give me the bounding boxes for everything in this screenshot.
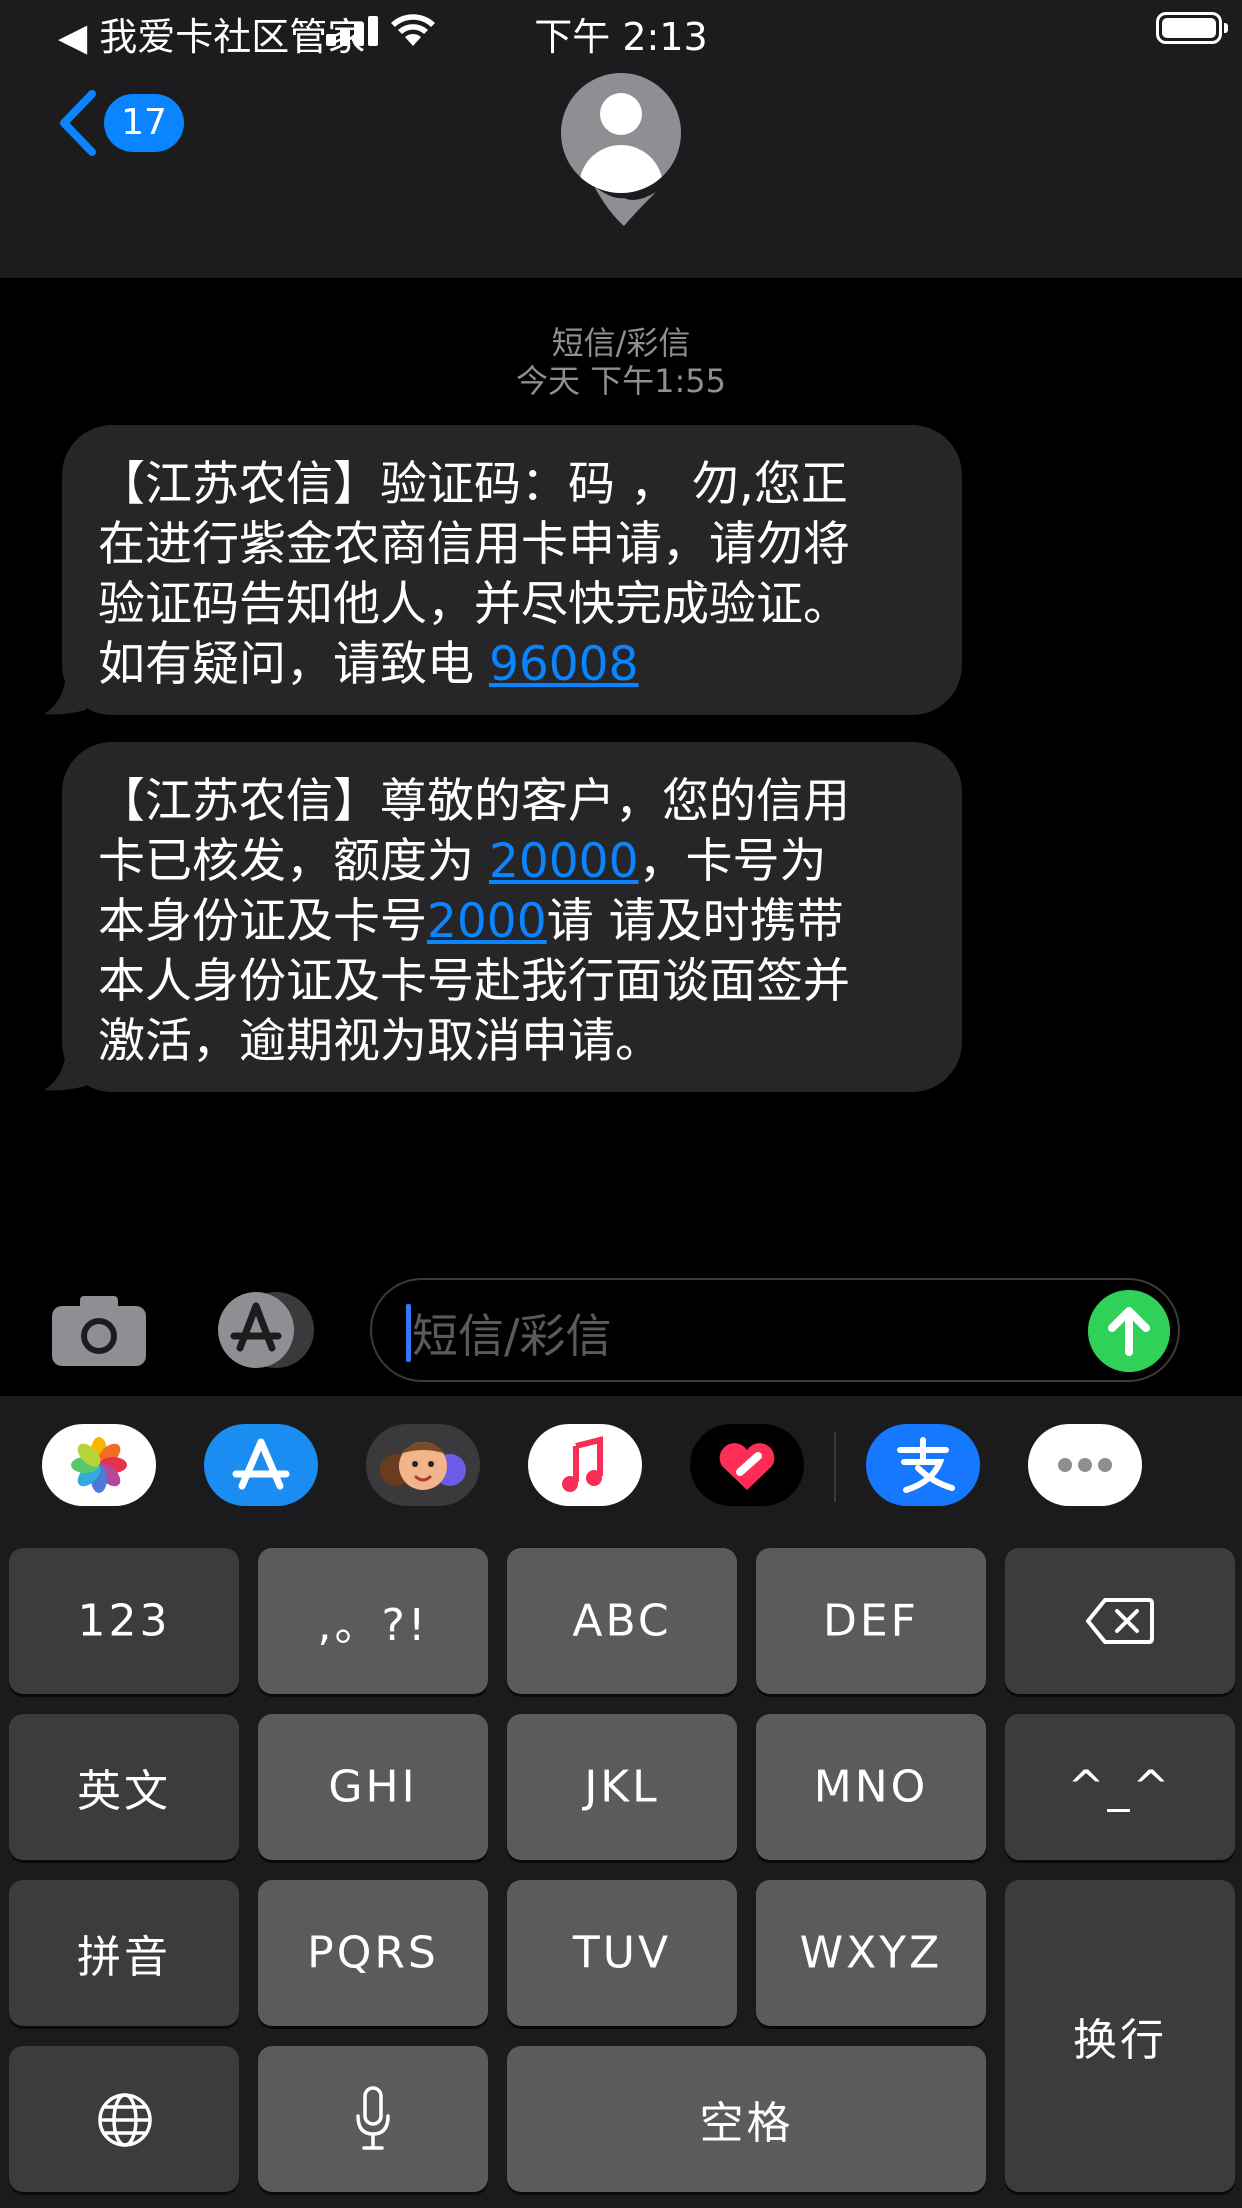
key-label: GHI [328, 1761, 418, 1813]
key-mno[interactable]: MNO [756, 1714, 986, 1860]
navigation-header: ◀ 我爱卡社区管家 下午 2:13 17 [0, 0, 1242, 278]
app-strip-divider [834, 1432, 836, 1502]
message-text: 卡已核发，额度为 [98, 834, 489, 889]
message-input[interactable]: 短信/彩信 [370, 1278, 1180, 1382]
photos-icon[interactable] [42, 1424, 156, 1506]
key-label: 英文 [77, 1766, 171, 1817]
message-line: 【江苏农信】验证码：码 ， 勿,您正 [98, 457, 848, 512]
back-button[interactable]: 17 [56, 84, 186, 164]
message-line: 本身份证及卡号2000请 请及时携带 [98, 892, 926, 952]
key-ghi[interactable]: GHI [258, 1714, 488, 1860]
message-line: 【江苏农信】尊敬的客户，您的信用 [98, 774, 850, 829]
send-button[interactable] [1088, 1290, 1170, 1372]
digital-touch-icon[interactable] [690, 1424, 804, 1506]
message-line: 如有疑问，请致电 96008 [98, 635, 926, 695]
key-space[interactable]: 空格 [507, 2046, 986, 2192]
contact-chevron-icon [594, 186, 656, 226]
amount-link[interactable]: 20000 [489, 834, 639, 889]
message-text: 如有疑问，请致电 [98, 637, 489, 692]
imessage-app-strip [0, 1396, 1242, 1530]
message-bubble[interactable]: 【江苏农信】验证码：码 ， 勿,您正 在进行紫金农商信用卡申请，请勿将 验证码告… [62, 425, 962, 715]
key-return[interactable]: 换行 [1005, 1880, 1235, 2192]
message-text: 请 请及时携带 [546, 894, 844, 949]
key-label: DEF [823, 1595, 919, 1647]
text-cursor [406, 1304, 411, 1362]
battery-icon [1156, 12, 1228, 44]
contact-avatar[interactable] [561, 73, 681, 193]
phone-number-link[interactable]: 96008 [489, 637, 639, 692]
camera-icon[interactable] [52, 1296, 146, 1366]
key-label: 空格 [699, 2098, 794, 2149]
key-punctuation[interactable]: ,。?! [258, 1548, 488, 1694]
key-def[interactable]: DEF [756, 1548, 986, 1694]
message-text: ，卡号为 [638, 834, 827, 889]
key-wxyz[interactable]: WXYZ [756, 1880, 986, 2026]
key-dictation[interactable] [258, 2046, 488, 2192]
more-icon[interactable] [1028, 1424, 1142, 1506]
number-link[interactable]: 2000 [427, 894, 547, 949]
key-abc[interactable]: ABC [507, 1548, 737, 1694]
key-label: JKL [584, 1761, 660, 1813]
key-pinyin[interactable]: 拼音 [9, 1880, 239, 2026]
key-english[interactable]: 英文 [9, 1714, 239, 1860]
message-bubble[interactable]: 【江苏农信】尊敬的客户，您的信用 卡已核发，额度为 20000，卡号为 本身份证… [62, 742, 962, 1092]
key-delete[interactable] [1005, 1548, 1235, 1694]
key-label: ABC [572, 1595, 672, 1647]
key-label: ^_^ [1067, 1761, 1173, 1813]
key-label: MNO [813, 1761, 929, 1813]
microphone-icon [356, 2086, 390, 2150]
message-line: 激活，逾期视为取消申请。 [98, 1014, 662, 1069]
key-emoticon[interactable]: ^_^ [1005, 1714, 1235, 1860]
key-label: 拼音 [77, 1932, 171, 1983]
app-store-icon[interactable] [204, 1424, 318, 1506]
message-line: 在进行紫金农商信用卡申请，请勿将 [98, 517, 850, 572]
key-pqrs[interactable]: PQRS [258, 1880, 488, 2026]
key-label: 换行 [1073, 2015, 1167, 2066]
key-globe[interactable] [9, 2046, 239, 2192]
backspace-icon [1086, 1598, 1154, 1644]
key-label: ,。?! [317, 1600, 429, 1651]
message-timestamp: 今天 下午1:55 [515, 362, 727, 400]
message-line: 本人身份证及卡号赴我行面谈面签并 [98, 954, 850, 1009]
message-line: 卡已核发，额度为 20000，卡号为 [98, 832, 926, 892]
globe-icon [98, 2093, 152, 2147]
message-input-placeholder: 短信/彩信 [412, 1309, 612, 1363]
key-123[interactable]: 123 [9, 1548, 239, 1694]
message-line: 验证码告知他人，并尽快完成验证。 [98, 577, 850, 632]
app-drawer-icon[interactable] [210, 1290, 316, 1370]
alipay-icon[interactable] [866, 1424, 980, 1506]
key-label: PQRS [307, 1927, 439, 1979]
key-jkl[interactable]: JKL [507, 1714, 737, 1860]
memoji-icon[interactable] [366, 1424, 480, 1506]
unread-count-badge: 17 [104, 94, 184, 152]
chevron-left-icon [60, 90, 96, 156]
status-time: 下午 2:13 [534, 15, 708, 59]
key-label: 123 [77, 1595, 171, 1647]
key-label: TUV [572, 1927, 672, 1979]
message-text: 本身份证及卡号 [98, 894, 427, 949]
key-label: WXYZ [799, 1927, 943, 1979]
music-icon[interactable] [528, 1424, 642, 1506]
key-tuv[interactable]: TUV [507, 1880, 737, 2026]
